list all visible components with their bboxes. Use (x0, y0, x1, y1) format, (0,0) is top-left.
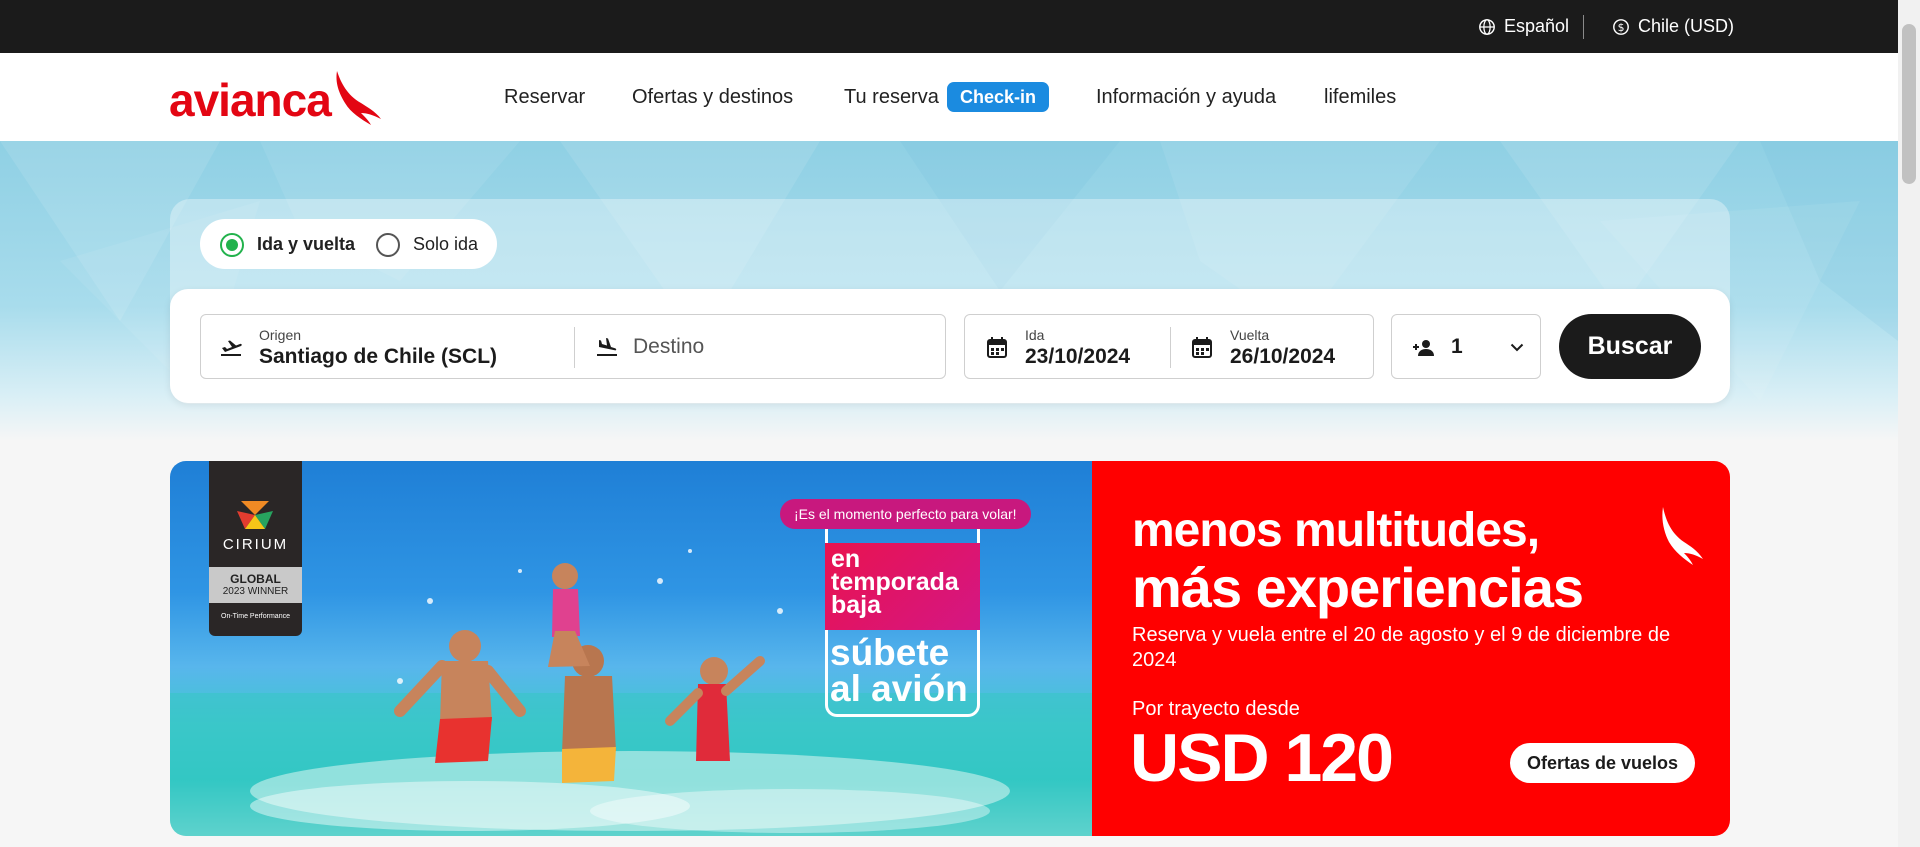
round-trip-label[interactable]: Ida y vuelta (257, 234, 355, 255)
landing-icon (597, 338, 617, 356)
flight-offers-button[interactable]: Ofertas de vuelos (1510, 743, 1696, 783)
promo-pill: ¡Es el momento perfecto para volar! (780, 499, 1031, 529)
globe-icon (1479, 18, 1495, 35)
promo-season-block: en temporada baja (825, 543, 980, 630)
language-selector[interactable]: Español (1478, 0, 1569, 53)
currency-icon: $ (1613, 18, 1629, 35)
promo-line-3: baja (831, 591, 882, 619)
svg-text:$: $ (1618, 21, 1625, 34)
nav-ofertas-destinos[interactable]: Ofertas y destinos (632, 53, 793, 141)
passenger-count: 1 (1451, 335, 1463, 358)
nav-lifemiles[interactable]: lifemiles (1324, 53, 1396, 141)
route-field: Origen Santiago de Chile (SCL) Destino (200, 314, 946, 379)
chevron-down-icon (1510, 343, 1524, 352)
takeoff-icon (221, 340, 242, 356)
origin-value: Santiago de Chile (SCL) (259, 345, 498, 368)
nav-informacion-ayuda[interactable]: Información y ayuda (1096, 53, 1276, 141)
cirium-name: CIRIUM (222, 536, 289, 553)
promo-subtitle: súbete al avión (830, 632, 980, 709)
add-passenger-icon (1413, 340, 1434, 356)
cirium-category: On-Time Performance (221, 613, 290, 620)
dates-field: Ida 23/10/2024 Vuelta 26/10/2024 (964, 314, 1374, 379)
promo-description: Reserva y vuela entre el 20 de agosto y … (1132, 624, 1671, 671)
return-label: Vuelta (1230, 327, 1270, 343)
depart-value: 23/10/2024 (1025, 345, 1131, 368)
nav-reservar[interactable]: Reservar (504, 53, 585, 141)
beach-photo: CIRIUM GLOBAL 2023 WINNER On-Time Perfor… (170, 461, 1092, 836)
promo-banner[interactable]: CIRIUM GLOBAL 2023 WINNER On-Time Perfor… (170, 461, 1730, 836)
cirium-winner: 2023 WINNER (222, 586, 289, 597)
dates-divider (1170, 327, 1171, 368)
passengers-selector[interactable]: 1 (1391, 314, 1541, 379)
one-way-label[interactable]: Solo ida (413, 234, 478, 255)
depart-label: Ida (1025, 327, 1045, 343)
depart-date-input[interactable]: Ida 23/10/2024 (1025, 315, 1155, 378)
headline-line-1: menos multitudes, (1132, 504, 1540, 557)
promo-sub-line-2: al avión (830, 668, 968, 709)
checkin-badge[interactable]: Check-in (947, 82, 1050, 112)
country-currency-selector[interactable]: $ Chile (USD) (1612, 0, 1734, 53)
topbar-divider (1583, 15, 1584, 39)
trip-type-toggle: Ida y vuelta Solo ida (200, 219, 497, 269)
avianca-logo[interactable]: avianca (169, 71, 381, 126)
calendar-depart-icon (987, 337, 1007, 358)
nav-tu-reserva[interactable]: Tu reserva (844, 53, 939, 141)
return-value: 26/10/2024 (1230, 345, 1336, 368)
origin-input[interactable]: Origen Santiago de Chile (SCL) (259, 315, 559, 378)
bird-white-icon (1662, 507, 1703, 565)
route-divider (574, 327, 575, 368)
page: Español $ Chile (USD) avianca Reservar O… (0, 0, 1920, 847)
scrollbar-thumb[interactable] (1902, 24, 1916, 184)
cirium-award: GLOBAL (230, 572, 281, 586)
cirium-award-band: GLOBAL 2023 WINNER (209, 567, 302, 603)
radio-round-trip[interactable] (220, 233, 244, 257)
destination-input[interactable]: Destino (633, 335, 704, 359)
page-scrollbar[interactable] (1898, 0, 1920, 847)
promo-sub-line-1: súbete (830, 632, 950, 673)
main-header: avianca Reservar Ofertas y destinos Tu r… (0, 53, 1898, 141)
top-bar: Español $ Chile (USD) (0, 0, 1898, 53)
cirium-award-badge: CIRIUM GLOBAL 2023 WINNER On-Time Perfor… (209, 461, 302, 636)
origin-label: Origen (259, 327, 302, 343)
price-prefix: Por trayecto desde (1132, 698, 1300, 720)
cirium-logo-icon (237, 501, 273, 529)
calendar-return-icon (1192, 337, 1212, 358)
promo-red-panel: menos multitudes, más experiencias Reser… (1092, 461, 1730, 836)
bird-logo-icon (336, 71, 381, 125)
search-button[interactable]: Buscar (1559, 314, 1701, 379)
logo-wordmark: avianca (169, 74, 332, 126)
country-label: Chile (USD) (1638, 16, 1735, 36)
promo-price: USD 120 (1130, 720, 1394, 796)
headline-line-2: más experiencias (1132, 556, 1584, 619)
language-label: Español (1504, 16, 1570, 36)
radio-one-way[interactable] (376, 233, 400, 257)
return-date-input[interactable]: Vuelta 26/10/2024 (1230, 315, 1360, 378)
